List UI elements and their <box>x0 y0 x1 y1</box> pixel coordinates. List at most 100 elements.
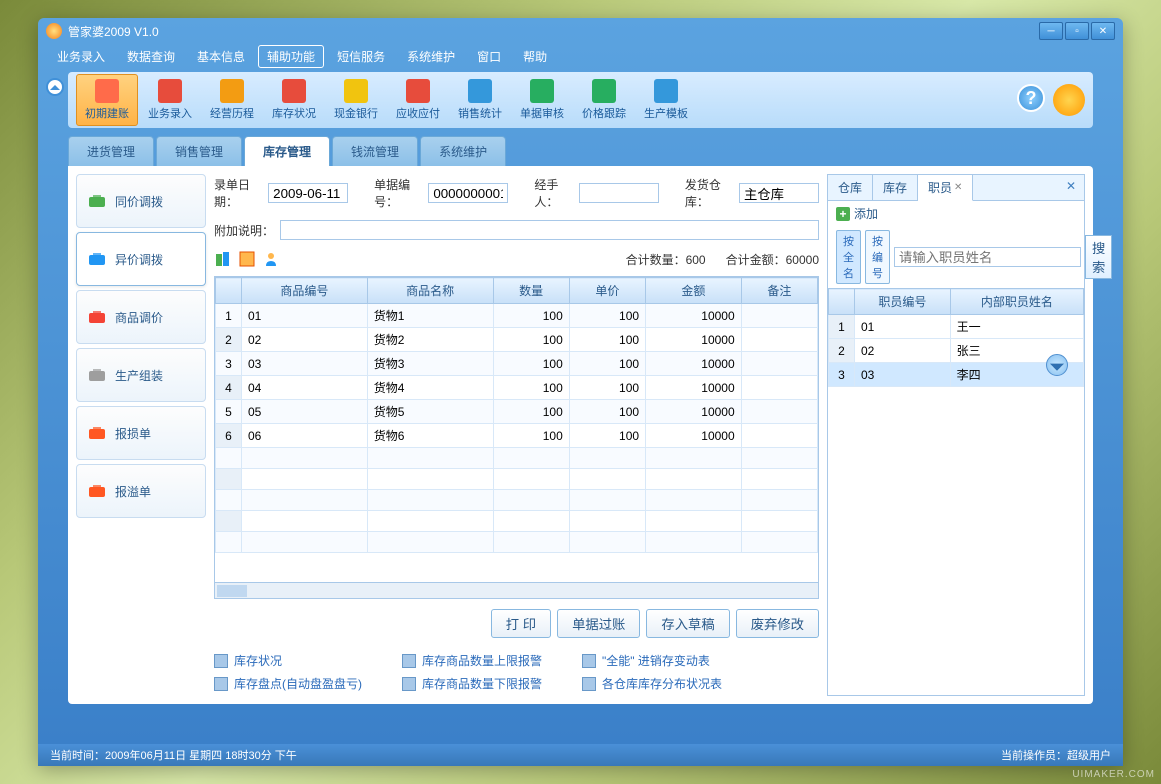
tool-单据审核[interactable]: 单据审核 <box>512 75 572 125</box>
table-row[interactable] <box>216 490 818 511</box>
discard-button[interactable]: 废弃修改 <box>736 609 819 638</box>
doc-label: 单据编号： <box>374 176 422 210</box>
link-item[interactable]: "全能" 进销存变动表 <box>582 652 722 669</box>
sidebar-toggle-icon[interactable] <box>46 78 64 96</box>
menu-短信服务[interactable]: 短信服务 <box>328 45 394 68</box>
tool-初期建账[interactable]: 初期建账 <box>76 74 138 126</box>
tab-进货管理[interactable]: 进货管理 <box>68 136 154 166</box>
tab-close-icon[interactable]: ✕ <box>954 182 962 193</box>
window-controls: ─ ▫ ✕ <box>1039 22 1115 40</box>
table-row[interactable]: 303货物310010010000 <box>216 352 818 376</box>
nav-同价调拨[interactable]: 同价调拨 <box>76 174 206 228</box>
link-item[interactable]: 库存盘点(自动盘盈盘亏) <box>214 675 362 692</box>
nav-icon <box>87 307 107 327</box>
float-arrow-icon[interactable] <box>1046 354 1068 376</box>
search-button[interactable]: 搜索 <box>1085 235 1112 279</box>
link-item[interactable]: 库存商品数量下限报警 <box>402 675 542 692</box>
nav-生产组装[interactable]: 生产组装 <box>76 348 206 402</box>
warehouse-label: 发货仓库： <box>685 176 733 210</box>
print-button[interactable]: 打 印 <box>491 609 551 638</box>
table-row[interactable] <box>216 469 818 490</box>
tool-业务录入[interactable]: 业务录入 <box>140 75 200 125</box>
person-icon[interactable] <box>262 250 280 268</box>
statusbar: 当前时间：2009年06月11日 星期四 18时30分 下午 当前操作员：超级用… <box>38 744 1123 766</box>
rtab-职员[interactable]: 职员 ✕ <box>918 175 973 201</box>
menu-业务录入[interactable]: 业务录入 <box>48 45 114 68</box>
content-area: 同价调拨异价调拨商品调价生产组装报损单报溢单 录单日期： 单据编号： 经手人： … <box>68 166 1093 704</box>
minimize-button[interactable]: ─ <box>1039 22 1063 40</box>
table-row[interactable] <box>216 532 818 553</box>
link-icon <box>582 654 596 668</box>
rtab-仓库[interactable]: 仓库 <box>828 175 873 200</box>
right-tabs: 仓库库存职员 ✕ <box>828 175 1084 201</box>
link-icon <box>214 677 228 691</box>
tab-系统维护[interactable]: 系统维护 <box>420 136 506 166</box>
link-item[interactable]: 各仓库库存分布状况表 <box>582 675 722 692</box>
warehouse-input[interactable] <box>739 183 819 203</box>
menu-窗口[interactable]: 窗口 <box>468 45 510 68</box>
date-input[interactable] <box>268 183 348 203</box>
nav-icon <box>87 191 107 211</box>
table-row[interactable]: 404货物410010010000 <box>216 376 818 400</box>
tool-销售统计[interactable]: 销售统计 <box>450 75 510 125</box>
note-input[interactable] <box>280 220 819 240</box>
grid-icon[interactable] <box>238 250 256 268</box>
titlebar[interactable]: 管家婆2009 V1.0 ─ ▫ ✕ <box>38 18 1123 44</box>
search-input[interactable] <box>894 247 1081 267</box>
menu-数据查询[interactable]: 数据查询 <box>118 45 184 68</box>
left-nav: 同价调拨异价调拨商品调价生产组装报损单报溢单 <box>76 174 206 696</box>
menu-辅助功能[interactable]: 辅助功能 <box>258 45 324 68</box>
table-row[interactable]: 505货物510010010000 <box>216 400 818 424</box>
action-buttons: 打 印 单据过账 存入草稿 废弃修改 <box>214 605 819 642</box>
tool-经营历程[interactable]: 经营历程 <box>202 75 262 125</box>
menu-帮助[interactable]: 帮助 <box>514 45 556 68</box>
status-time: 当前时间：2009年06月11日 星期四 18时30分 下午 <box>50 747 297 763</box>
table-row[interactable] <box>216 448 818 469</box>
main-toolbar: 初期建账业务录入经营历程库存状况现金银行应收应付销售统计单据审核价格跟踪生产模板… <box>68 72 1093 128</box>
nav-异价调拨[interactable]: 异价调拨 <box>76 232 206 286</box>
panel-close-icon[interactable]: ✕ <box>1066 179 1080 193</box>
help-icon[interactable]: ? <box>1017 84 1045 112</box>
close-button[interactable]: ✕ <box>1091 22 1115 40</box>
rtab-库存[interactable]: 库存 <box>873 175 918 200</box>
right-grid[interactable]: 职员编号内部职员姓名101王一202张三303李四 <box>828 288 1084 695</box>
table-row[interactable]: 606货物610010010000 <box>216 424 818 448</box>
tool-价格跟踪[interactable]: 价格跟踪 <box>574 75 634 125</box>
add-button[interactable]: + 添加 <box>828 201 1084 226</box>
tool-应收应付[interactable]: 应收应付 <box>388 75 448 125</box>
post-button[interactable]: 单据过账 <box>557 609 640 638</box>
form-row-2: 附加说明： <box>214 218 819 242</box>
tool-现金银行[interactable]: 现金银行 <box>326 75 386 125</box>
link-item[interactable]: 库存状况 <box>214 652 362 669</box>
filter-code[interactable]: 按编号 <box>865 230 890 284</box>
tool-生产模板[interactable]: 生产模板 <box>636 75 696 125</box>
table-row[interactable]: 202张三 <box>829 339 1084 363</box>
tab-销售管理[interactable]: 销售管理 <box>156 136 242 166</box>
horizontal-scrollbar[interactable] <box>215 582 818 598</box>
nav-商品调价[interactable]: 商品调价 <box>76 290 206 344</box>
menu-系统维护[interactable]: 系统维护 <box>398 45 464 68</box>
tool-库存状况[interactable]: 库存状况 <box>264 75 324 125</box>
tab-钱流管理[interactable]: 钱流管理 <box>332 136 418 166</box>
nav-报损单[interactable]: 报损单 <box>76 406 206 460</box>
main-grid[interactable]: 商品编号商品名称数量单价金额备注101货物110010010000202货物21… <box>214 276 819 599</box>
table-row[interactable]: 101货物110010010000 <box>216 304 818 328</box>
table-row[interactable] <box>216 511 818 532</box>
table-row[interactable]: 101王一 <box>829 315 1084 339</box>
tab-库存管理[interactable]: 库存管理 <box>244 136 330 166</box>
menu-基本信息[interactable]: 基本信息 <box>188 45 254 68</box>
building-icon[interactable] <box>214 250 232 268</box>
link-icon <box>214 654 228 668</box>
maximize-button[interactable]: ▫ <box>1065 22 1089 40</box>
doc-input[interactable] <box>428 183 508 203</box>
main-tabs: 进货管理销售管理库存管理钱流管理系统维护 <box>68 136 1093 166</box>
brand-icon[interactable] <box>1053 84 1085 116</box>
filter-fullname[interactable]: 按全名 <box>836 230 861 284</box>
link-icon <box>582 677 596 691</box>
link-item[interactable]: 库存商品数量上限报警 <box>402 652 542 669</box>
nav-报溢单[interactable]: 报溢单 <box>76 464 206 518</box>
table-row[interactable]: 202货物210010010000 <box>216 328 818 352</box>
window-title: 管家婆2009 V1.0 <box>68 23 1039 40</box>
draft-button[interactable]: 存入草稿 <box>646 609 729 638</box>
handler-input[interactable] <box>579 183 659 203</box>
